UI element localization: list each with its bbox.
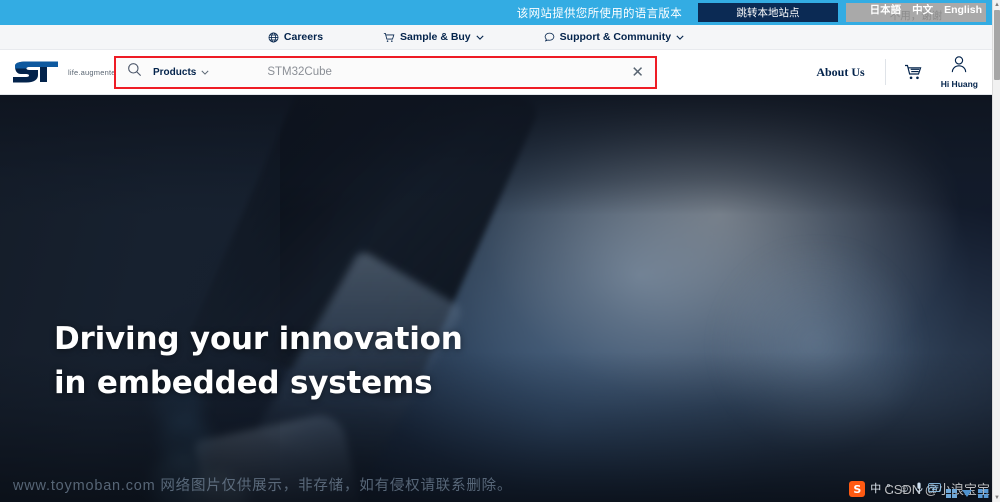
scroll-down-arrow-icon[interactable]: ▼ <box>993 493 1000 502</box>
goto-local-site-button[interactable]: 跳转本地站点 <box>698 3 838 22</box>
punctuation-icon[interactable]: °, <box>886 483 893 495</box>
microphone-icon[interactable] <box>915 482 923 497</box>
st-logo[interactable]: life.augmented <box>0 61 120 83</box>
header-right-actions: About Us Hi Huang <box>816 50 992 94</box>
page-scrollbar[interactable]: ▲ ▼ <box>992 0 1000 502</box>
search-bar[interactable]: Products STM32Cube ✕ <box>114 55 657 89</box>
toolbox-icon[interactable] <box>946 485 957 498</box>
browser-page: 该网站提供您所使用的语言版本 跳转本地站点 不用，谢谢 日本語 中文 Engli… <box>0 0 1000 502</box>
language-notice-bar: 该网站提供您所使用的语言版本 跳转本地站点 不用，谢谢 日本語 中文 Engli… <box>0 0 992 25</box>
shopping-cart-icon[interactable] <box>886 64 937 81</box>
nav-item-careers[interactable]: Careers <box>268 31 323 43</box>
decline-language-button[interactable]: 不用，谢谢 日本語 中文 English <box>846 3 986 22</box>
nav-item-sample-and-buy[interactable]: Sample & Buy <box>383 31 484 43</box>
language-link-japanese[interactable]: 日本語 <box>870 2 902 17</box>
cart-icon <box>383 32 395 43</box>
nav-label-careers: Careers <box>283 31 324 43</box>
search-scope-label: Products <box>153 66 197 78</box>
sogou-logo-icon[interactable]: S <box>849 481 866 497</box>
globe-icon <box>268 32 279 43</box>
account-menu[interactable]: Hi Huang <box>937 55 978 89</box>
language-link-chinese[interactable]: 中文 <box>912 2 933 17</box>
search-icon <box>127 62 142 82</box>
settings-icon[interactable] <box>962 485 973 497</box>
chevron-down-icon <box>201 67 209 78</box>
secondary-nav-items: Careers Sample & Buy Support & Community <box>268 31 684 43</box>
hero-background-image <box>0 95 992 502</box>
close-icon[interactable]: ✕ <box>631 65 644 80</box>
chevron-down-icon <box>476 35 484 40</box>
site-header: life.augmented Products STM32Cube ✕ Abou… <box>0 50 992 95</box>
st-logo-tagline: life.augmented <box>68 67 121 77</box>
search-scope-dropdown[interactable]: Products <box>153 67 209 78</box>
chinese-mode-icon[interactable]: 中 <box>870 483 881 495</box>
apps-icon[interactable] <box>978 485 989 498</box>
account-greeting: Hi Huang <box>940 79 978 89</box>
language-links: 日本語 中文 English <box>846 0 986 19</box>
language-notice-message: 该网站提供您所使用的语言版本 <box>516 7 682 20</box>
about-us-link[interactable]: About Us <box>816 65 884 80</box>
secondary-navigation-bar: Careers Sample & Buy Support & Community <box>0 25 992 50</box>
sogou-ime-toolbar: S 中 °, ☺ <box>846 478 992 500</box>
nav-item-support-and-community[interactable]: Support & Community <box>544 31 684 43</box>
scroll-up-arrow-icon[interactable]: ▲ <box>993 0 1000 9</box>
language-link-english[interactable]: English <box>944 4 982 16</box>
nav-label-sample-and-buy: Sample & Buy <box>400 31 471 43</box>
scrollbar-thumb[interactable] <box>994 10 1000 80</box>
user-avatar-icon <box>950 55 968 78</box>
hero-headline: Driving your innovation in embedded syst… <box>54 321 463 401</box>
search-input[interactable]: STM32Cube <box>267 66 631 78</box>
chevron-down-icon <box>676 35 684 40</box>
chat-bubble-icon <box>544 32 555 43</box>
nav-label-support-and-community: Support & Community <box>559 31 672 43</box>
st-logo-icon <box>12 61 62 83</box>
emoji-icon[interactable]: ☺ <box>899 483 910 495</box>
hero-banner: Driving your innovation in embedded syst… <box>0 95 992 502</box>
keyboard-icon[interactable] <box>928 483 941 495</box>
